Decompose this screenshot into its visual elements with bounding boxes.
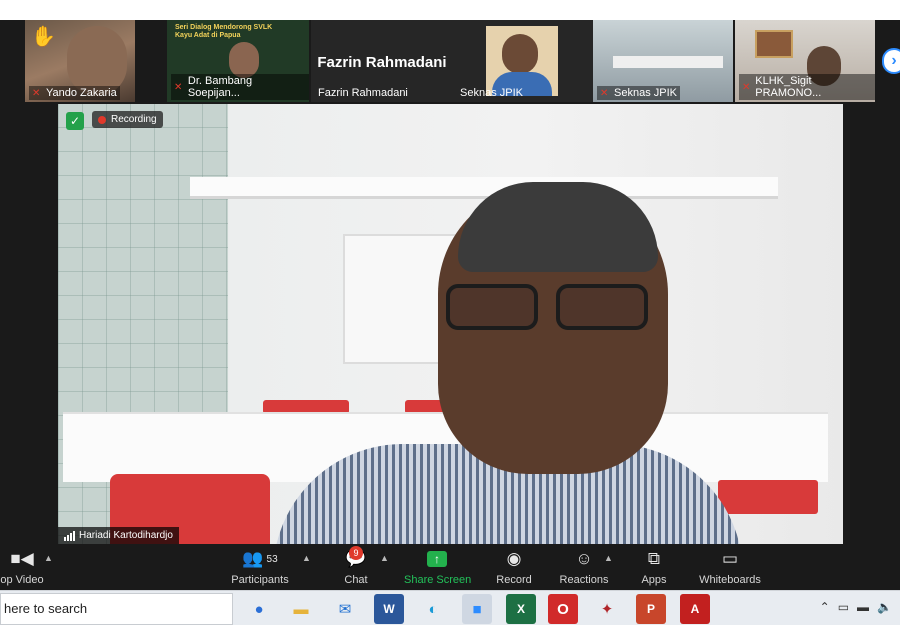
gallery-tile[interactable]: Seknas JPIK <box>453 20 595 102</box>
banner-title: Seri Dialog Mendorong SVLK Kayu Adat di … <box>175 24 273 39</box>
recording-indicator[interactable]: Recording <box>92 111 163 128</box>
gallery-tile[interactable]: ✕ KLHK_Sigit PRAMONO... <box>735 20 875 102</box>
record-dot-icon <box>98 115 106 124</box>
participant-name: ✕ KLHK_Sigit PRAMONO... <box>739 74 875 100</box>
gallery-tile[interactable]: ✋ ✕ Yando Zakaria <box>25 20 135 102</box>
gallery-tile[interactable]: Fazrin Rahmadani Fazrin Rahmadani <box>311 20 453 102</box>
chevron-right-icon[interactable]: › <box>882 48 900 74</box>
chat-badge: 9 <box>349 546 363 560</box>
participant-name: ✕ Seknas JPIK <box>597 86 680 100</box>
zoom-icon[interactable]: ■ <box>462 594 492 624</box>
participant-name: ✕ Dr. Bambang Soepijan... <box>171 74 309 100</box>
participants-label: Participants <box>231 574 289 586</box>
speaker-name-label: Hariadi Kartodihardjo <box>58 527 179 544</box>
stop-video-label: op Video <box>0 574 44 586</box>
windows-taskbar: here to search ● ▬ ✉ W ◐ ■ X O ✦ P A ⌃ ▭… <box>0 590 900 625</box>
participant-name: Fazrin Rahmadani <box>318 87 408 99</box>
gallery-tile[interactable]: ✕ Seknas JPIK <box>593 20 733 102</box>
volume-icon[interactable]: 🔈 <box>877 600 892 614</box>
taskbar-search-box[interactable]: here to search <box>0 593 233 625</box>
speaker-name: Hariadi Kartodihardjo <box>79 530 173 541</box>
share-screen-button[interactable]: ↑ Share Screen <box>404 548 472 586</box>
system-tray: ⌃ ▭ ▬ 🔈 <box>820 600 892 614</box>
mail-icon[interactable]: ✉ <box>330 594 360 624</box>
people-icon[interactable]: ● <box>244 594 274 624</box>
chat-label: Chat <box>344 574 368 586</box>
raised-hand-icon: ✋ <box>31 26 56 48</box>
mic-muted-icon: ✕ <box>174 81 183 93</box>
chevron-up-icon[interactable]: ⌃ <box>820 600 830 614</box>
record-icon: ◉ <box>506 549 522 568</box>
mic-muted-icon: ✕ <box>600 87 609 99</box>
ceiling-light <box>190 177 778 199</box>
participant-name: Seknas JPIK <box>460 87 523 99</box>
shield-icon[interactable]: ✓ <box>66 112 84 130</box>
signal-icon <box>64 530 75 541</box>
participant-name: ✕ Yando Zakaria <box>29 86 120 100</box>
mic-muted-icon: ✕ <box>742 81 751 93</box>
record-label: Record <box>496 574 532 586</box>
share-screen-icon: ↑ <box>404 548 470 570</box>
video-camera-icon: ■◀ <box>10 549 34 568</box>
file-explorer-icon[interactable]: ▬ <box>286 594 316 624</box>
word-icon[interactable]: W <box>374 594 404 624</box>
edge-icon[interactable]: ◐ <box>418 594 448 624</box>
chevron-up-icon[interactable]: ▲ <box>44 553 53 563</box>
active-speaker-video: ✓ Recording Hariadi Kartodihardjo <box>58 104 843 544</box>
whiteboards-button[interactable]: ▭ Whiteboards <box>698 548 762 586</box>
game-icon[interactable]: ✦ <box>592 594 622 624</box>
chevron-up-icon[interactable]: ▲ <box>380 553 389 563</box>
participants-icon: 👥 53 <box>242 549 278 568</box>
record-button[interactable]: ◉ Record <box>494 548 534 586</box>
whiteboards-label: Whiteboards <box>699 574 761 586</box>
participant-video <box>229 42 259 78</box>
apps-button[interactable]: ⧉ Apps <box>638 548 670 586</box>
chevron-up-icon[interactable]: ▲ <box>302 553 311 563</box>
participants-button[interactable]: 👥 53 Participants <box>228 548 292 586</box>
acrobat-icon[interactable]: A <box>680 594 710 624</box>
gallery-strip: ✋ ✕ Yando Zakaria Seri Dialog Mendorong S… <box>25 20 875 102</box>
whiteboard-icon: ▭ <box>721 549 739 568</box>
participants-count: 53 <box>266 553 278 565</box>
zoom-meeting-screen: ✋ ✕ Yando Zakaria Seri Dialog Mendorong S… <box>0 0 900 625</box>
wall-painting <box>755 30 793 58</box>
smiley-icon: ☺ <box>575 549 593 568</box>
meeting-toolbar: ■◀ op Video ▲ 👥53 Participants ▲ 💬9 Chat… <box>0 544 900 590</box>
apps-label: Apps <box>641 574 667 586</box>
reactions-label: Reactions <box>559 574 609 586</box>
reactions-button[interactable]: ☺ Reactions <box>558 548 610 586</box>
recording-label: Recording <box>111 114 157 125</box>
chat-button[interactable]: 💬9 Chat <box>338 546 374 586</box>
chevron-up-icon[interactable]: ▲ <box>604 553 613 563</box>
chair <box>718 480 818 514</box>
stop-video-button[interactable]: ■◀ op Video <box>0 548 44 586</box>
network-icon[interactable]: ▭ <box>838 600 849 614</box>
battery-icon[interactable]: ▬ <box>857 600 869 614</box>
top-strip <box>0 0 900 20</box>
participant-big-name: Fazrin Rahmadani <box>317 54 447 71</box>
mic-muted-icon: ✕ <box>32 87 41 99</box>
excel-icon[interactable]: X <box>506 594 536 624</box>
powerpoint-icon[interactable]: P <box>636 594 666 624</box>
gallery-tile[interactable]: Seri Dialog Mendorong SVLK Kayu Adat di … <box>167 20 309 102</box>
apps-icon: ⧉ <box>647 549 661 568</box>
share-screen-label: Share Screen <box>404 574 472 586</box>
participant-video <box>613 56 723 68</box>
glasses <box>446 284 652 336</box>
opera-icon[interactable]: O <box>548 594 578 624</box>
chat-icon: 💬9 <box>338 546 374 570</box>
